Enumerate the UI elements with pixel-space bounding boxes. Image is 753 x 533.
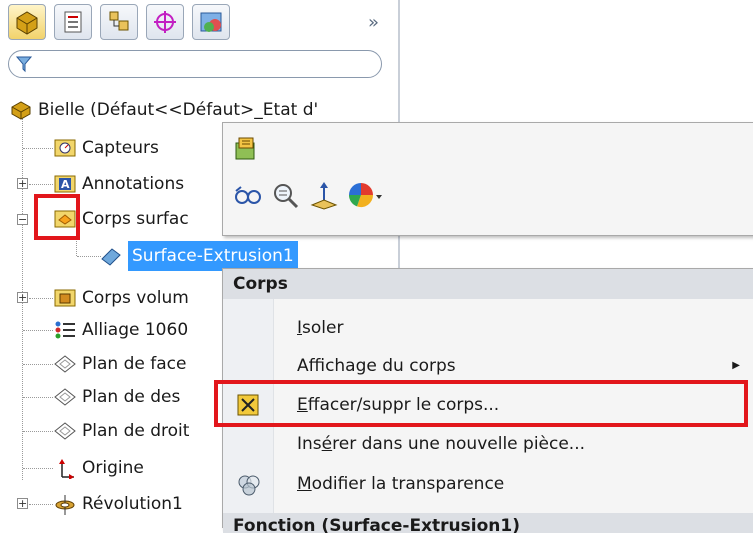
origin-icon <box>59 459 74 479</box>
edit-feature-icon[interactable] <box>233 135 261 163</box>
property-manager-icon <box>64 11 82 33</box>
menu-item-inserer-nouvelle-piece[interactable]: Insérer dans une nouvelle pièce... <box>223 425 753 463</box>
material-icon <box>55 321 75 339</box>
plane-icon <box>54 388 76 406</box>
tree-item-label: Corps volum <box>82 288 189 308</box>
appearance-dropdown-icon[interactable] <box>347 181 383 211</box>
feature-tree-icon <box>16 11 38 35</box>
tree-connector <box>77 256 101 257</box>
filter-funnel-icon <box>15 56 33 73</box>
hide-show-icon[interactable] <box>233 181 263 211</box>
svg-text:A: A <box>61 178 70 191</box>
plane-icon <box>54 355 76 373</box>
tree-item-label: Surface-Extrusion1 <box>128 241 298 271</box>
tree-item-label: Corps surfac <box>82 209 189 229</box>
display-manager-icon <box>200 12 222 32</box>
tree-connector <box>29 504 53 505</box>
tree-item-label: Plan de des <box>82 387 181 407</box>
part-icon <box>11 101 31 120</box>
tree-item-label: Alliage 1060 <box>82 320 189 340</box>
context-toolbar <box>222 122 753 236</box>
revolve-icon <box>55 495 75 515</box>
tree-connector <box>23 364 53 365</box>
menu-item-isoler[interactable]: Isoler <box>223 309 753 347</box>
plane-icon <box>54 422 76 440</box>
tree-connector <box>23 468 53 469</box>
tree-item-label: Annotations <box>82 174 185 194</box>
expand-revolution1-toggle[interactable]: + <box>17 498 28 509</box>
annotations-icon: A <box>54 175 76 193</box>
menu-item-label: Modifier la transparence <box>297 474 505 494</box>
more-tabs-chevron[interactable]: » <box>368 12 379 33</box>
zoom-to-selection-icon[interactable] <box>271 181 301 211</box>
menu-item-label: Isoler <box>297 318 344 338</box>
collapse-surface-bodies-toggle[interactable]: − <box>17 214 28 225</box>
tab-feature-manager[interactable] <box>8 4 46 40</box>
menu-section-fonction: Fonction (Surface-Extrusion1) <box>223 513 753 533</box>
menu-header-corps: Corps <box>223 269 753 299</box>
tree-item-label: Plan de droit <box>82 421 190 441</box>
surface-body-icon <box>101 248 121 266</box>
tree-connector <box>23 148 53 149</box>
menu-item-modifier-transparence[interactable]: Modifier la transparence <box>223 465 753 503</box>
tab-property-manager[interactable] <box>54 4 92 40</box>
transparency-icon <box>238 475 260 496</box>
tree-root-label: Bielle (Défaut<<Défaut>_Etat d' <box>38 100 319 120</box>
configuration-icon <box>109 11 129 31</box>
highlight-box <box>34 194 80 240</box>
tree-item-label: Plan de face <box>82 354 187 374</box>
expand-annotations-toggle[interactable]: + <box>17 178 28 189</box>
tab-dimxpert[interactable] <box>146 4 184 40</box>
manager-tabbar: » <box>8 4 392 42</box>
expand-solid-bodies-toggle[interactable]: + <box>17 292 28 303</box>
tree-connector <box>23 397 53 398</box>
highlight-box <box>214 380 748 427</box>
tree-connector <box>29 184 53 185</box>
dimxpert-icon <box>154 11 176 33</box>
normal-to-icon[interactable] <box>309 181 339 211</box>
tree-connector <box>23 330 53 331</box>
tab-configuration-manager[interactable] <box>100 4 138 40</box>
tree-filter-input[interactable] <box>8 50 382 78</box>
tree-item-label: Origine <box>82 458 144 478</box>
tree-item-label: Capteurs <box>82 138 159 158</box>
menu-item-label: Insérer dans une nouvelle pièce... <box>297 434 586 454</box>
tree-item-label: Révolution1 <box>82 494 183 514</box>
tree-connector <box>23 431 53 432</box>
sensor-icon <box>54 139 76 157</box>
solid-bodies-folder-icon <box>54 289 76 307</box>
tab-display-manager[interactable] <box>192 4 230 40</box>
tree-connector <box>29 298 53 299</box>
